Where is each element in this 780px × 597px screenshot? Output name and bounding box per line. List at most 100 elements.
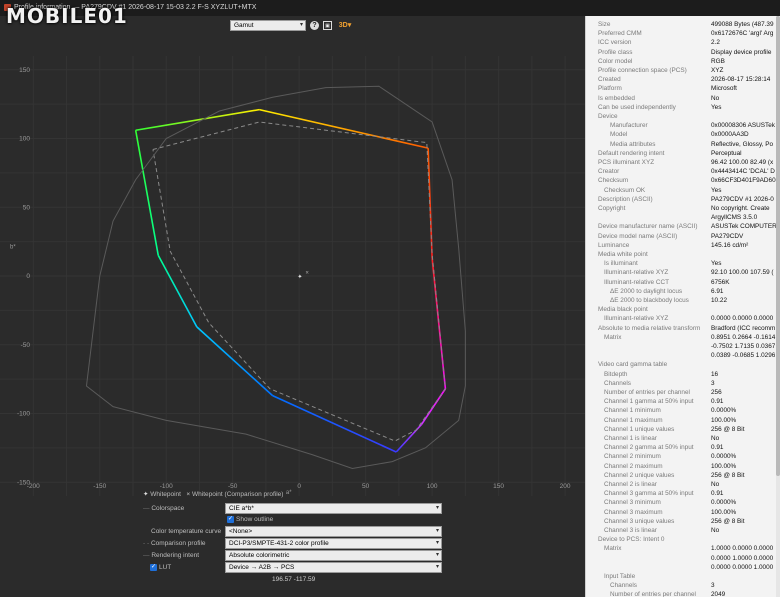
- info-row[interactable]: Profile class Display device profile: [586, 48, 777, 57]
- view-select[interactable]: Gamut ▾: [230, 20, 306, 31]
- info-row[interactable]: Channel 1 maximum 100.00%: [586, 416, 777, 425]
- info-row[interactable]: Matrix 0.8951 0.2664 -0.1614: [586, 333, 777, 342]
- info-row[interactable]: Channels 3: [586, 581, 777, 590]
- info-row[interactable]: Can be used independently Yes: [586, 103, 777, 112]
- info-key: Channel 3 unique values: [604, 517, 675, 525]
- info-row[interactable]: Preferred CMM 0x6172676C 'argl' Arg: [586, 29, 777, 38]
- color-temp-select[interactable]: <None> ▾: [225, 526, 442, 537]
- comparison-select[interactable]: DCI-P3/SMPTE-431-2 color profile ▾: [225, 538, 442, 549]
- image-icon[interactable]: ▣: [323, 21, 332, 30]
- info-row[interactable]: Video card gamma table: [586, 360, 777, 369]
- info-row[interactable]: Channel 3 unique values 256 @ 8 Bit: [586, 517, 777, 526]
- info-row[interactable]: Channel 1 minimum 0.0000%: [586, 406, 777, 415]
- info-row[interactable]: Platform Microsoft: [586, 84, 777, 93]
- info-key: Manufacturer: [610, 122, 648, 130]
- info-row[interactable]: Manufacturer 0x00008306 ASUSTek: [586, 121, 777, 130]
- info-row[interactable]: Device manufacturer name (ASCII) ASUSTek …: [586, 222, 777, 231]
- info-key: ΔE 2000 to daylight locus: [610, 287, 683, 295]
- chevron-down-icon: ▾: [299, 22, 303, 28]
- info-row[interactable]: Illuminant-relative CCT 6756K: [586, 278, 777, 287]
- scrollbar-thumb[interactable]: [776, 16, 780, 476]
- info-row[interactable]: Illuminant-relative XYZ 0.0000 0.0000 0.0…: [586, 314, 777, 323]
- help-icon[interactable]: ?: [310, 21, 319, 30]
- info-row[interactable]: Illuminant-relative XYZ 92.10 100.00 107.…: [586, 268, 777, 277]
- info-row[interactable]: Channel 1 unique values 256 @ 8 Bit: [586, 425, 777, 434]
- lut-checkbox[interactable]: ✓ LUT: [150, 564, 171, 571]
- info-row[interactable]: Size 499088 Bytes (487.39: [586, 20, 777, 29]
- info-row[interactable]: Copyright No copyright. Create: [586, 204, 777, 213]
- info-row[interactable]: Channel 2 minimum 0.0000%: [586, 452, 777, 461]
- info-row[interactable]: Profile connection space (PCS) XYZ: [586, 66, 777, 75]
- 3d-view-icon[interactable]: 3D▾: [336, 21, 354, 30]
- view-select-value: Gamut: [234, 22, 254, 29]
- colorspace-select[interactable]: CIE a*b* ▾: [225, 503, 442, 514]
- info-row[interactable]: Input Table: [586, 572, 777, 581]
- info-row[interactable]: Channels 3: [586, 379, 777, 388]
- lut-label: LUT: [159, 564, 172, 572]
- profile-info-table[interactable]: Size 499088 Bytes (487.39 Preferred CMM 0x6…: [585, 16, 780, 597]
- info-row[interactable]: Channel 3 is linear No: [586, 526, 777, 535]
- info-row[interactable]: Device to PCS: Intent 0: [586, 535, 777, 544]
- info-row[interactable]: Number of entries per channel 2049: [586, 590, 777, 597]
- info-key: Color model: [598, 57, 633, 65]
- info-row[interactable]: Color model RGB: [586, 57, 777, 66]
- info-row[interactable]: Model 0x0000AA3D: [586, 130, 777, 139]
- info-row[interactable]: Channel 3 minimum 0.0000%: [586, 498, 777, 507]
- info-row[interactable]: Is embedded No: [586, 94, 777, 103]
- info-row[interactable]: Number of entries per channel 256: [586, 388, 777, 397]
- info-row[interactable]: Media black point: [586, 305, 777, 314]
- info-row[interactable]: Channel 3 maximum 100.00%: [586, 508, 777, 517]
- info-row[interactable]: 0.0000 0.0000 1.0000: [586, 563, 777, 572]
- info-row[interactable]: Matrix 1.0000 0.0000 0.0000: [586, 544, 777, 553]
- x-tick-label: 50: [362, 483, 370, 490]
- info-key: Channel 1 unique values: [604, 425, 675, 433]
- info-row[interactable]: Channel 1 gamma at 50% input 0.91: [586, 397, 777, 406]
- info-key: Channel 3 minimum: [604, 499, 661, 507]
- info-row[interactable]: ΔE 2000 to blackbody locus 10.22: [586, 296, 777, 305]
- info-row[interactable]: Created 2026-08-17 15:28:14: [586, 75, 777, 84]
- info-row[interactable]: Channel 2 maximum 100.00%: [586, 462, 777, 471]
- info-row[interactable]: ΔE 2000 to daylight locus 6.91: [586, 287, 777, 296]
- info-key: Channel 1 minimum: [604, 407, 661, 415]
- x-tick-label: 100: [427, 483, 438, 490]
- info-row[interactable]: ArgyllCMS 3.5.0: [586, 213, 777, 222]
- info-row[interactable]: Media white point: [586, 250, 777, 259]
- info-value: 0.0389 -0.0685 1.0296: [711, 352, 776, 360]
- info-row[interactable]: Luminance 145.16 cd/m²: [586, 241, 777, 250]
- colorspace-label: — Colorspace: [143, 505, 185, 512]
- info-row[interactable]: 0.0000 1.0000 0.0000: [586, 554, 777, 563]
- info-row[interactable]: Absolute to media relative transform Brad…: [586, 324, 777, 333]
- x-tick-label: -100: [160, 483, 173, 490]
- scrollbar[interactable]: [776, 16, 780, 597]
- info-row[interactable]: Default rendering intent Perceptual: [586, 149, 777, 158]
- info-row[interactable]: Checksum OK Yes: [586, 186, 777, 195]
- lut-select[interactable]: Device → A2B → PCS ▾: [225, 562, 442, 573]
- info-key: Channels: [610, 582, 638, 590]
- info-row[interactable]: Device model name (ASCII) PA279CDV: [586, 232, 777, 241]
- info-row[interactable]: Channel 2 unique values 256 @ 8 Bit: [586, 471, 777, 480]
- info-row[interactable]: Media attributes Reflective, Glossy, Po: [586, 140, 777, 149]
- info-key: Platform: [598, 85, 622, 93]
- info-row[interactable]: Channel 1 is linear No: [586, 434, 777, 443]
- info-row[interactable]: Is illuminant Yes: [586, 259, 777, 268]
- info-row[interactable]: Channel 2 gamma at 50% input 0.91: [586, 443, 777, 452]
- info-row[interactable]: Channel 2 is linear No: [586, 480, 777, 489]
- show-outline-checkbox[interactable]: ✓ Show outline: [227, 516, 273, 523]
- profile-gamut-segment: [272, 394, 397, 453]
- info-value: 0.91: [711, 444, 724, 452]
- info-row[interactable]: Checksum 0x66CF3D401F9AD60: [586, 176, 777, 185]
- info-value: Microsoft: [711, 85, 737, 93]
- info-row[interactable]: PCS illuminant XYZ 96.42 100.00 82.49 (x: [586, 158, 777, 167]
- info-row[interactable]: Creator 0x4443414C 'DCAL' D: [586, 167, 777, 176]
- info-row[interactable]: Channel 3 gamma at 50% input 0.91: [586, 489, 777, 498]
- info-row[interactable]: -0.7502 1.7135 0.0367: [586, 342, 777, 351]
- gamut-plot[interactable]: -200 -150 -100 -50 0 50 100 150 200150100500-50-…: [0, 56, 585, 496]
- info-value: 3: [711, 379, 715, 387]
- info-row[interactable]: Bitdepth 16: [586, 370, 777, 379]
- info-row[interactable]: Device: [586, 112, 777, 121]
- info-value: 0.0000 1.0000 0.0000: [711, 554, 774, 562]
- info-row[interactable]: Description (ASCII) PA279CDV #1 2026-0: [586, 195, 777, 204]
- info-row[interactable]: ICC version 2.2: [586, 38, 777, 47]
- rendering-select[interactable]: Absolute colorimetric ▾: [225, 550, 442, 561]
- info-row[interactable]: 0.0389 -0.0685 1.0296: [586, 351, 777, 360]
